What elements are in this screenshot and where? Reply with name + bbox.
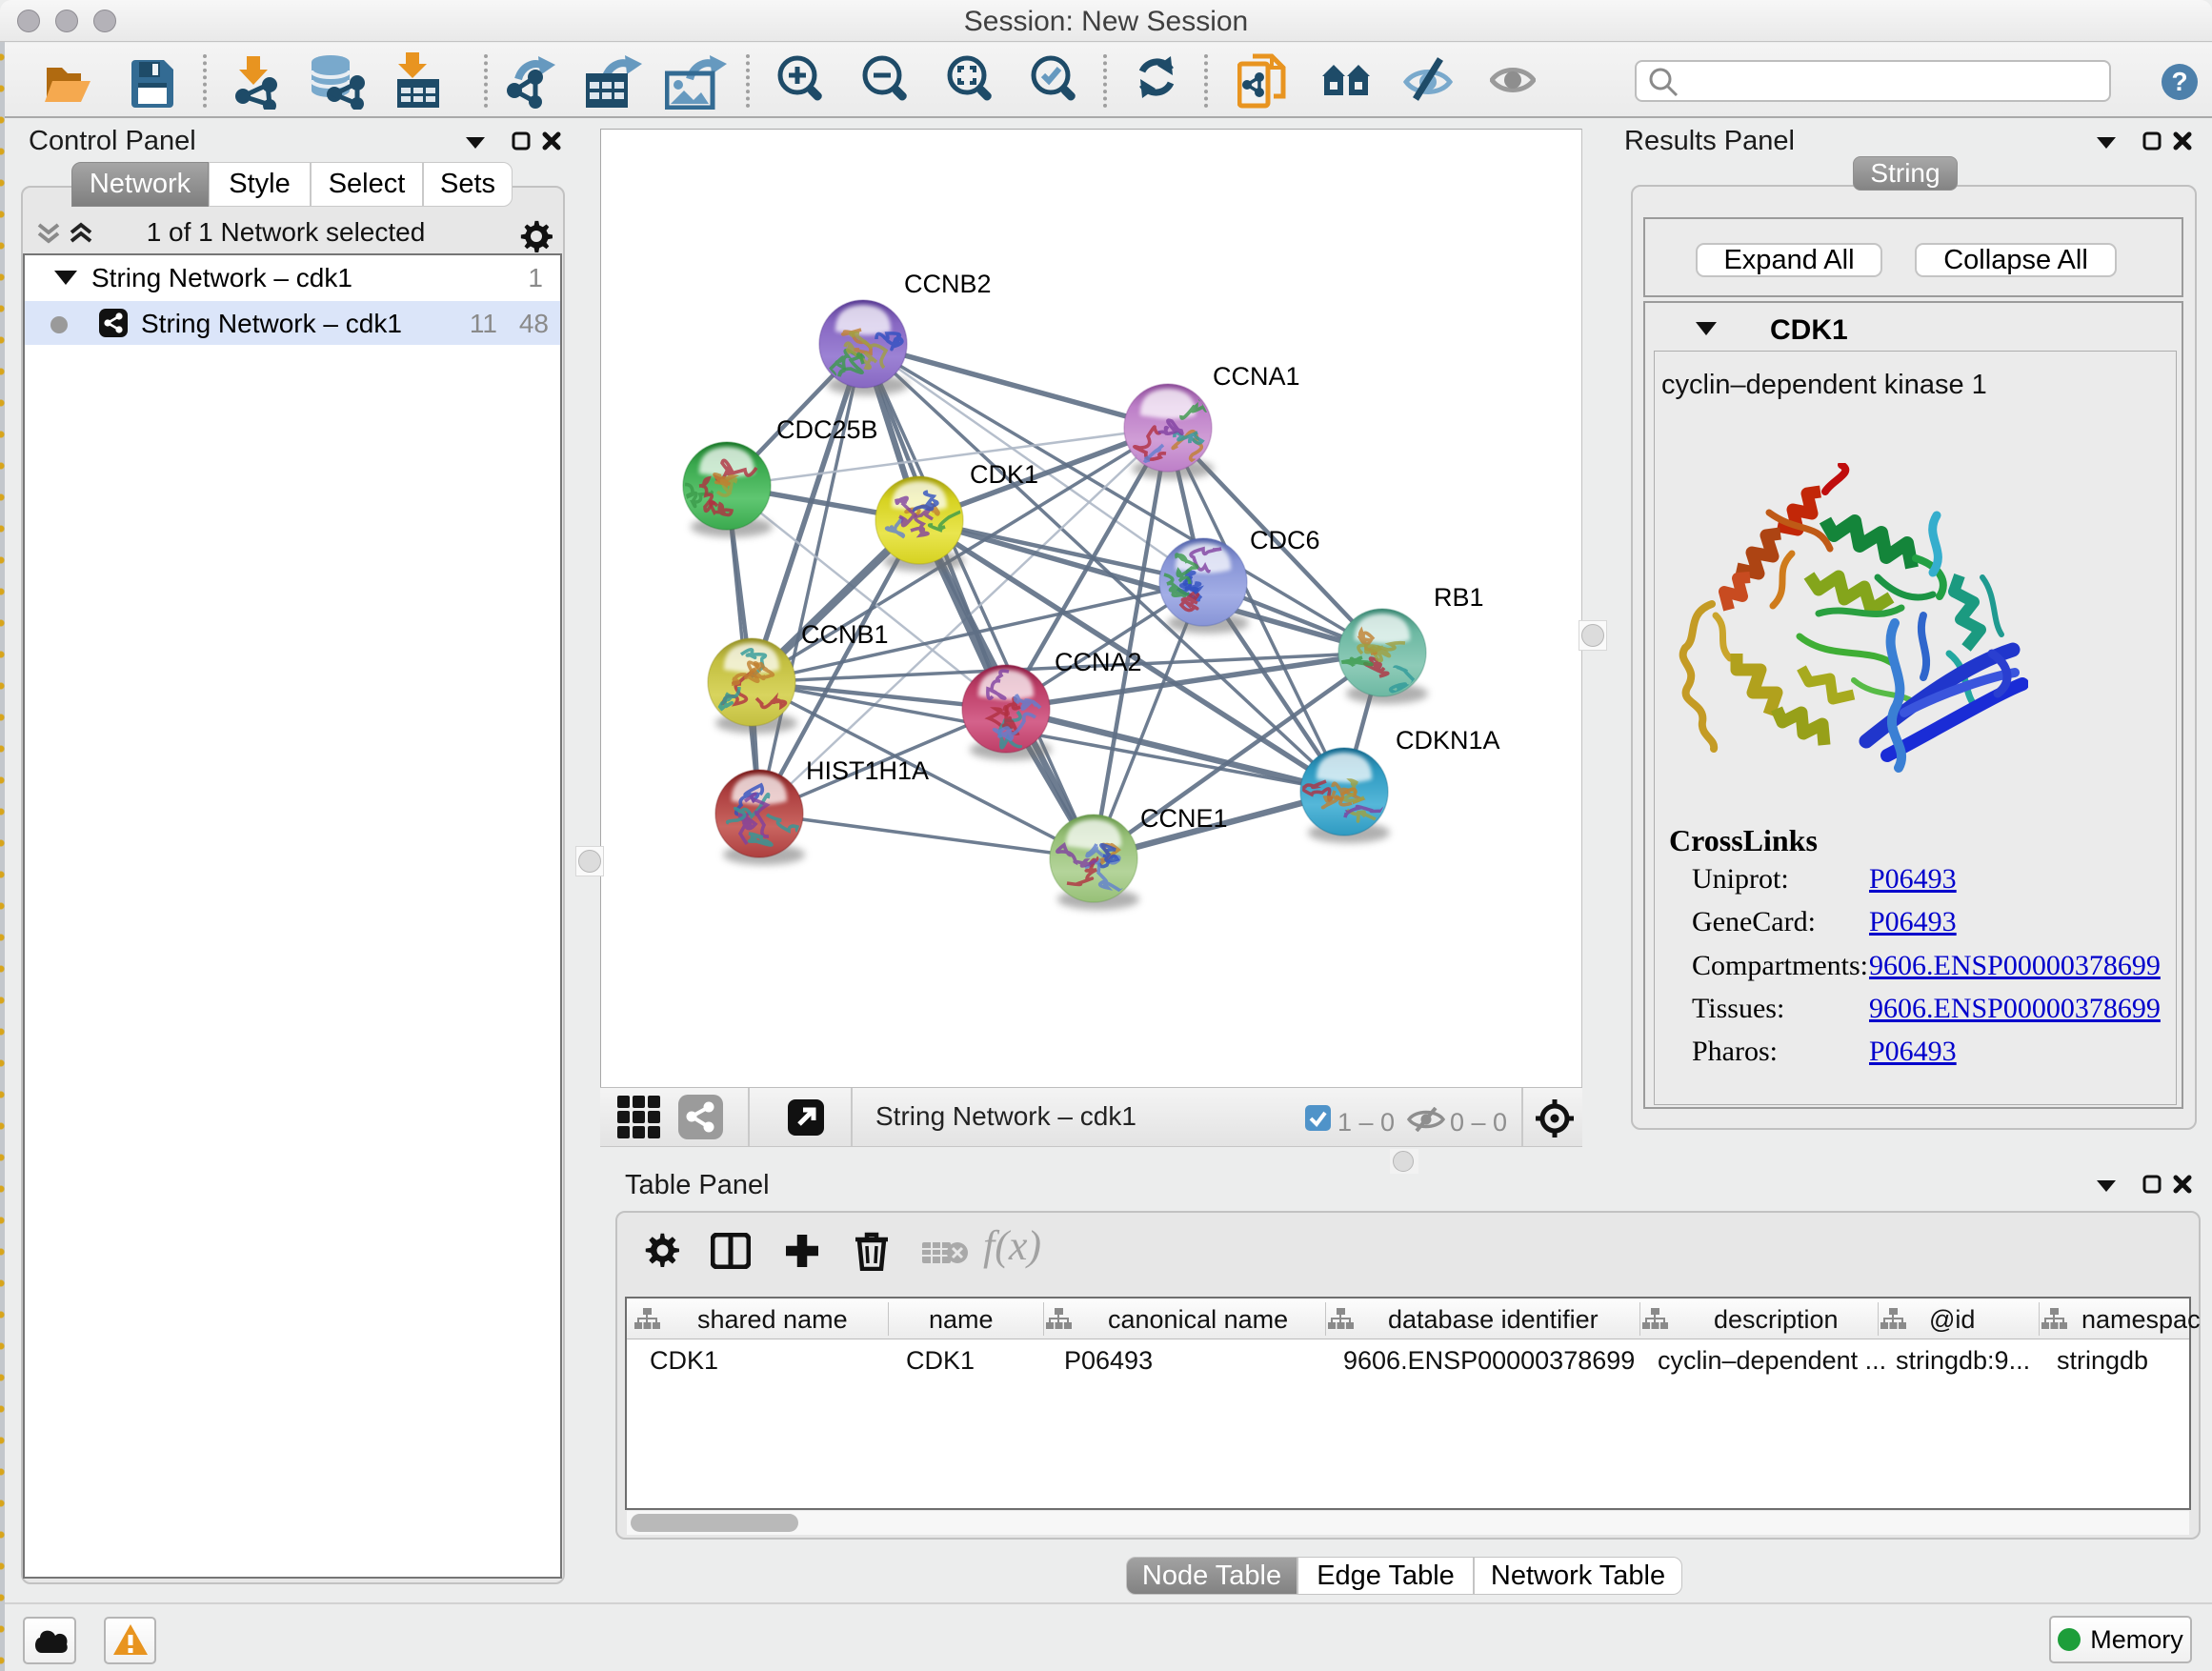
svg-text:CCNB2: CCNB2 [904,270,992,298]
svg-text:CDK1: CDK1 [970,460,1038,489]
svg-text:CDC6: CDC6 [1250,526,1320,554]
svg-text:RB1: RB1 [1434,583,1484,612]
svg-text:CCNA1: CCNA1 [1213,362,1300,391]
svg-text:CCNB1: CCNB1 [801,620,889,649]
svg-text:CDC25B: CDC25B [776,415,878,444]
svg-text:CCNA2: CCNA2 [1055,648,1142,676]
svg-text:CCNE1: CCNE1 [1140,804,1228,833]
svg-text:HIST1H1A: HIST1H1A [806,756,929,785]
svg-text:CDKN1A: CDKN1A [1396,726,1500,755]
svg-text:?: ? [2171,67,2187,96]
